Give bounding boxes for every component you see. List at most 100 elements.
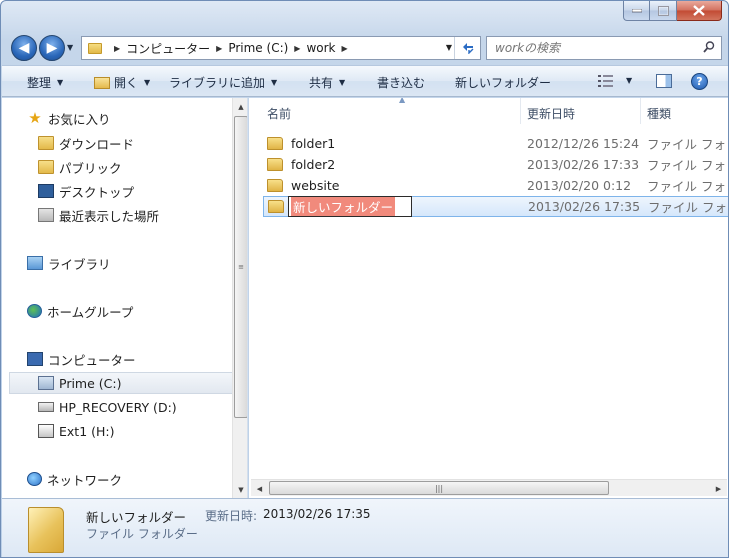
search-icon[interactable] [703, 41, 715, 53]
column-header-type[interactable]: 種類 [641, 98, 728, 124]
sidebar-item-downloads[interactable]: ダウンロード [38, 132, 247, 154]
breadcrumb-separator-icon[interactable]: ▶ [216, 44, 222, 53]
breadcrumb-separator-icon[interactable]: ▶ [114, 44, 120, 53]
caption-buttons [623, 1, 722, 21]
scrollbar-thumb[interactable]: ||| [269, 481, 609, 495]
sidebar-item-favorites[interactable]: ★ お気に入り [27, 107, 247, 129]
details-date: 2013/02/26 17:35 [263, 507, 371, 521]
sidebar-item-drive-d[interactable]: HP_RECOVERY (D:) [38, 396, 247, 418]
sidebar-item-label: お気に入り [48, 111, 111, 127]
sidebar-item-libraries[interactable]: ライブラリ [27, 252, 247, 274]
file-list-horizontal-scrollbar[interactable]: ◀ ||| ▶ [251, 479, 727, 496]
search-input[interactable] [495, 41, 695, 55]
column-header-name[interactable]: ▲ 名前 [261, 98, 521, 124]
sidebar-item-network[interactable]: ネットワーク [27, 468, 247, 490]
burn-button[interactable]: 書き込む [377, 74, 425, 91]
file-row[interactable]: website 2013/02/20 0:12 ファイル フォ [263, 175, 728, 196]
file-date: 2012/12/26 15:24 [527, 136, 640, 151]
share-button[interactable]: 共有 ▼ [309, 74, 345, 91]
share-label: 共有 [309, 76, 334, 90]
explorer-window: ◀ ▶ ▼ ▶ コンピューター ▶ Prime (C:) ▶ work ▶ ▼ … [0, 0, 729, 558]
column-header-date[interactable]: 更新日時 [521, 98, 641, 124]
minimize-icon [631, 8, 642, 12]
open-label: 開く [114, 76, 139, 90]
sidebar-item-desktop[interactable]: デスクトップ [38, 180, 247, 202]
sidebar-item-label: コンピューター [48, 352, 136, 368]
breadcrumb-drive-c[interactable]: Prime (C:) [228, 41, 288, 55]
address-history-dropdown-icon[interactable]: ▼ [446, 43, 452, 52]
sidebar-item-label: HP_RECOVERY (D:) [59, 399, 177, 415]
view-options-dropdown-icon[interactable]: ▼ [626, 76, 632, 85]
organize-label: 整理 [27, 76, 52, 90]
chevron-down-icon: ▼ [144, 78, 151, 87]
file-name: website [291, 178, 340, 193]
breadcrumb-separator-icon[interactable]: ▶ [294, 44, 300, 53]
open-button[interactable]: 開く ▼ [94, 74, 150, 91]
organize-button[interactable]: 整理 ▼ [27, 74, 63, 91]
scroll-left-icon[interactable]: ◀ [251, 480, 268, 497]
change-view-icon[interactable] [598, 75, 614, 87]
forward-button[interactable]: ▶ [39, 35, 65, 61]
add-to-library-button[interactable]: ライブラリに追加 ▼ [169, 74, 277, 91]
homegroup-icon [27, 304, 42, 318]
file-row-selected[interactable]: 新しいフォルダー 2013/02/26 17:35 ファイル フォ [263, 196, 728, 217]
column-header-label: 種類 [647, 107, 672, 121]
new-folder-button[interactable]: 新しいフォルダー [455, 74, 551, 91]
address-bar[interactable]: ▶ コンピューター ▶ Prime (C:) ▶ work ▶ ▼ [81, 36, 481, 60]
refresh-button[interactable] [454, 37, 480, 59]
command-bar: 整理 ▼ 開く ▼ ライブラリに追加 ▼ 共有 ▼ 書き込む 新しいフォルダー ▼ ? [2, 65, 728, 97]
scrollbar-thumb[interactable]: ≡ [234, 116, 247, 418]
sidebar-item-drive-h[interactable]: Ext1 (H:) [38, 420, 247, 442]
preview-pane-icon[interactable] [656, 74, 672, 88]
sidebar-item-label: Ext1 (H:) [59, 423, 115, 439]
back-button[interactable]: ◀ [11, 35, 37, 61]
scroll-up-icon[interactable]: ▲ [233, 98, 247, 115]
details-type: ファイル フォルダー [86, 527, 198, 541]
refresh-icon [462, 43, 473, 54]
file-type: ファイル フォ [647, 137, 726, 152]
scroll-right-icon[interactable]: ▶ [710, 480, 727, 497]
forward-arrow-icon: ▶ [46, 40, 58, 56]
navigation-pane-scrollbar[interactable]: ▲ ≡ ▼ [232, 98, 247, 498]
file-row[interactable]: folder2 2013/02/26 17:33 ファイル フォ [263, 154, 728, 175]
open-folder-icon [94, 76, 110, 89]
navigation-pane: ★ お気に入り ダウンロード パブリック デスクトップ 最近表示した場所 ライブ… [2, 98, 248, 498]
sidebar-item-label: ライブラリ [48, 256, 111, 272]
sidebar-item-public[interactable]: パブリック [38, 156, 247, 178]
file-type: ファイル フォ [647, 179, 726, 194]
system-drive-icon [38, 376, 54, 390]
file-row[interactable]: folder1 2012/12/26 15:24 ファイル フォ [263, 133, 728, 154]
file-name: folder2 [291, 157, 336, 172]
sidebar-item-recent-places[interactable]: 最近表示した場所 [38, 204, 247, 226]
search-box[interactable] [486, 36, 722, 60]
close-icon [693, 5, 705, 16]
navigation-row: ◀ ▶ ▼ ▶ コンピューター ▶ Prime (C:) ▶ work ▶ ▼ [9, 33, 722, 61]
help-icon[interactable]: ? [691, 73, 708, 90]
sidebar-item-label: ホームグループ [47, 304, 134, 320]
file-type: ファイル フォ [648, 200, 727, 215]
close-button[interactable] [677, 1, 722, 21]
hard-drive-icon [38, 402, 54, 412]
maximize-icon [657, 5, 669, 16]
burn-label: 書き込む [377, 76, 426, 90]
desktop-icon [38, 184, 54, 198]
sidebar-item-drive-c[interactable]: Prime (C:) [9, 372, 238, 394]
scroll-down-icon[interactable]: ▼ [233, 481, 247, 498]
file-date: 2013/02/26 17:33 [527, 157, 640, 172]
breadcrumb-work[interactable]: work [306, 41, 335, 55]
sidebar-item-computer[interactable]: コンピューター [27, 348, 247, 370]
breadcrumb-separator-icon[interactable]: ▶ [342, 44, 348, 53]
breadcrumb-computer[interactable]: コンピューター [126, 40, 210, 57]
folder-icon [28, 507, 64, 553]
maximize-button[interactable] [650, 1, 677, 21]
folder-icon [267, 179, 283, 192]
external-drive-icon [38, 424, 54, 438]
rename-input[interactable]: 新しいフォルダー [288, 196, 412, 217]
details-name: 新しいフォルダー [86, 510, 187, 525]
computer-icon [27, 352, 43, 366]
recent-pages-dropdown-icon[interactable]: ▼ [67, 43, 73, 52]
minimize-button[interactable] [623, 1, 650, 21]
add-to-library-label: ライブラリに追加 [169, 76, 266, 90]
star-icon: ★ [28, 109, 42, 127]
sidebar-item-homegroup[interactable]: ホームグループ [27, 300, 247, 322]
